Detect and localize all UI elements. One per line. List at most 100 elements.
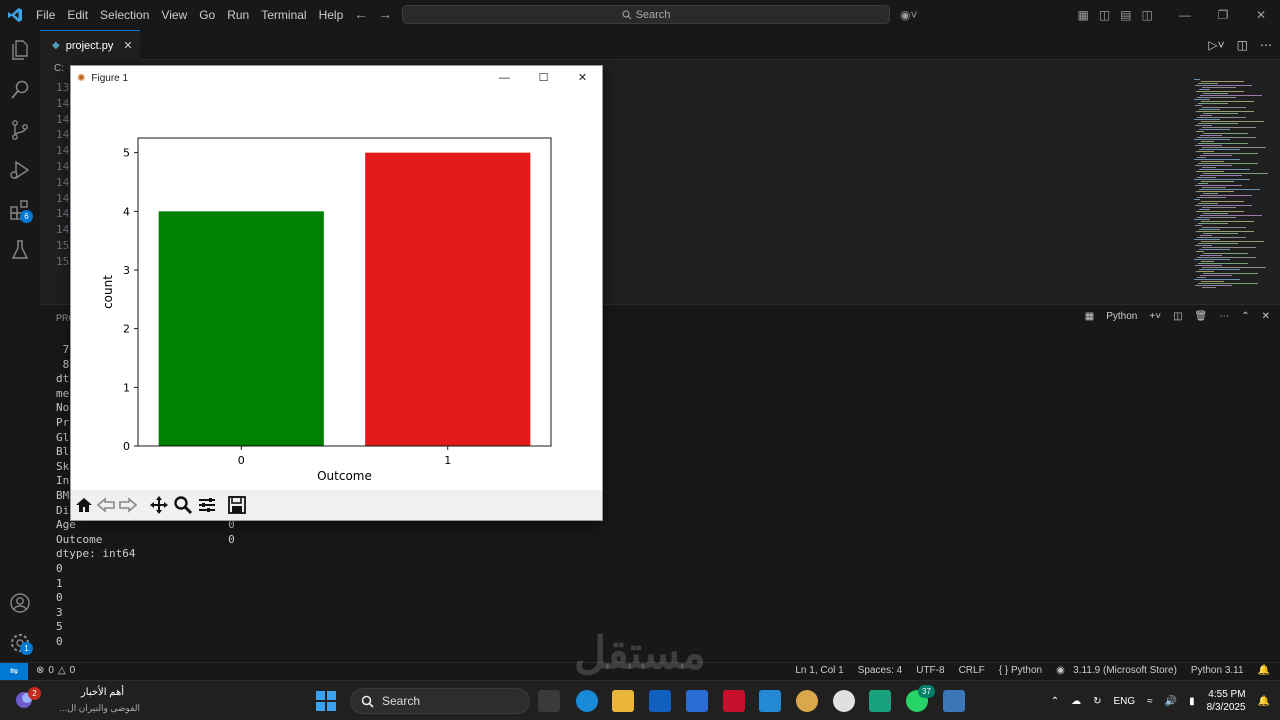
onedrive-icon[interactable]: ☁ xyxy=(1071,696,1081,707)
interpreter-selector[interactable]: ◉ 3.11.9 (Microsoft Store) xyxy=(1056,665,1177,676)
minimap-line xyxy=(1194,259,1230,260)
run-debug-icon[interactable] xyxy=(8,158,32,182)
notification-bell-icon[interactable]: 🔔 xyxy=(1258,696,1270,707)
status-problems[interactable]: ⊗ 0 △ 0 xyxy=(36,665,75,676)
menu-edit[interactable]: Edit xyxy=(61,0,94,30)
tab-close-icon[interactable]: ✕ xyxy=(123,39,132,52)
bar-0 xyxy=(158,211,324,446)
menu-terminal[interactable]: Terminal xyxy=(255,0,312,30)
new-terminal-icon[interactable]: +˅ xyxy=(1149,311,1161,322)
edge-icon[interactable] xyxy=(576,690,598,712)
volume-icon[interactable]: 🔊 xyxy=(1165,696,1177,707)
minimap[interactable] xyxy=(1190,78,1270,302)
close-icon[interactable]: ✕ xyxy=(1242,0,1280,30)
chatgpt-icon[interactable] xyxy=(833,690,855,712)
account-icon[interactable] xyxy=(8,591,32,615)
mcafee-icon[interactable] xyxy=(723,690,745,712)
back-arrow-icon[interactable] xyxy=(96,495,116,515)
layout-customize-icon[interactable]: ▦ xyxy=(1077,8,1088,22)
terminal-line: 0 xyxy=(56,591,63,605)
figure-title-bar[interactable]: ✺ Figure 1 — ☐ ✕ xyxy=(71,66,602,90)
forward-arrow-icon[interactable] xyxy=(118,495,138,515)
indentation[interactable]: Spaces: 4 xyxy=(858,665,902,676)
encoding[interactable]: UTF-8 xyxy=(916,665,944,676)
minimap-line xyxy=(1197,257,1256,258)
terminal-line: 5 xyxy=(56,620,63,634)
close-panel-icon[interactable]: ✕ xyxy=(1262,311,1270,322)
taskbar-search[interactable]: Search xyxy=(350,688,530,714)
line-number: 14 xyxy=(56,191,70,205)
toggle-primary-sidebar-icon[interactable]: ◫ xyxy=(1099,8,1110,22)
minimap-line xyxy=(1200,255,1222,256)
vscode-logo-icon xyxy=(0,0,30,30)
battery-icon[interactable]: ▮ xyxy=(1189,696,1195,707)
split-terminal-icon[interactable]: ◫ xyxy=(1173,311,1182,322)
minimap-line xyxy=(1194,99,1210,100)
wifi-icon[interactable]: ≈ xyxy=(1147,696,1153,707)
figure-canvas[interactable]: 0 1 2 3 4 5 0 1 Outcome count xyxy=(71,90,602,490)
clock[interactable]: 4:55 PM 8/3/2025 xyxy=(1207,688,1246,714)
file-explorer-icon[interactable] xyxy=(612,690,634,712)
toggle-secondary-sidebar-icon[interactable]: ◫ xyxy=(1142,8,1153,22)
minimap-line xyxy=(1194,119,1220,120)
minimap-line xyxy=(1198,263,1248,264)
toggle-panel-icon[interactable]: ▤ xyxy=(1120,8,1131,22)
configure-subplots-icon[interactable] xyxy=(197,495,217,515)
run-python-icon[interactable]: ▷˅ xyxy=(1208,38,1224,52)
figure-close-icon[interactable]: ✕ xyxy=(563,66,602,90)
show-hidden-icons-icon[interactable]: ⌃ xyxy=(1051,696,1059,707)
notifications-bell-icon[interactable]: 🔔 xyxy=(1258,665,1270,676)
menu-file[interactable]: File xyxy=(30,0,61,30)
end-of-line[interactable]: CRLF xyxy=(959,665,985,676)
pan-icon[interactable] xyxy=(149,495,169,515)
menu-run[interactable]: Run xyxy=(221,0,255,30)
menu-view[interactable]: View xyxy=(155,0,193,30)
restore-icon[interactable]: ❐ xyxy=(1204,0,1242,30)
python-figure-icon[interactable] xyxy=(943,690,965,712)
files-icon[interactable] xyxy=(8,38,32,62)
color-picker-app-icon[interactable] xyxy=(796,690,818,712)
minimap-line xyxy=(1203,153,1258,154)
vscode-taskbar-icon[interactable] xyxy=(759,690,781,712)
breadcrumb-drive[interactable]: C: xyxy=(54,63,64,74)
minimap-line xyxy=(1201,141,1214,142)
task-view-icon[interactable] xyxy=(538,690,560,712)
minimize-icon[interactable]: — xyxy=(1166,0,1204,30)
figure-minimize-icon[interactable]: — xyxy=(485,66,524,90)
home-icon[interactable] xyxy=(74,495,94,515)
menu-help[interactable]: Help xyxy=(313,0,350,30)
testing-icon[interactable] xyxy=(8,238,32,262)
kill-terminal-icon[interactable]: 🗑 xyxy=(1195,311,1208,322)
back-arrow-icon[interactable]: ← xyxy=(354,6,368,22)
menu-selection[interactable]: Selection xyxy=(94,0,155,30)
python-version[interactable]: Python 3.11 xyxy=(1191,665,1244,676)
news-widget[interactable]: 2 أهم الأخبار الفوضى والنيران ال... xyxy=(12,685,140,714)
terminal-profile-label[interactable]: Python xyxy=(1106,311,1137,322)
more-actions-icon[interactable]: ⋯ xyxy=(1260,38,1272,52)
maximize-panel-icon[interactable]: ⌃ xyxy=(1241,311,1249,322)
zoom-icon[interactable] xyxy=(173,495,193,515)
minimap-line xyxy=(1196,171,1224,172)
input-language[interactable]: ENG xyxy=(1113,696,1135,707)
tab-project-py[interactable]: ◆ project.py ✕ xyxy=(40,30,140,60)
split-editor-icon[interactable]: ◫ xyxy=(1237,38,1248,52)
remote-indicator-icon[interactable]: ⇋ xyxy=(0,663,28,681)
sync-icon[interactable]: ↻ xyxy=(1093,696,1101,707)
minimap-line xyxy=(1200,115,1212,116)
command-center-search[interactable]: Search xyxy=(402,5,890,24)
windows-start-icon[interactable] xyxy=(316,691,336,711)
minimap-line xyxy=(1194,279,1240,280)
forward-arrow-icon[interactable]: → xyxy=(378,6,392,22)
source-control-icon[interactable] xyxy=(8,118,32,142)
cursor-position[interactable]: Ln 1, Col 1 xyxy=(795,665,843,676)
language-mode[interactable]: { } Python xyxy=(999,665,1042,676)
search-icon[interactable] xyxy=(8,78,32,102)
microsoft-store-icon[interactable] xyxy=(649,690,671,712)
app-icon[interactable] xyxy=(869,690,891,712)
figure-maximize-icon[interactable]: ☐ xyxy=(524,66,563,90)
onenote-icon[interactable] xyxy=(686,690,708,712)
save-figure-icon[interactable] xyxy=(227,495,247,515)
menu-go[interactable]: Go xyxy=(193,0,221,30)
panel-more-icon[interactable]: ⋯ xyxy=(1219,311,1229,322)
copilot-icon[interactable]: ◉˅ xyxy=(900,8,917,22)
